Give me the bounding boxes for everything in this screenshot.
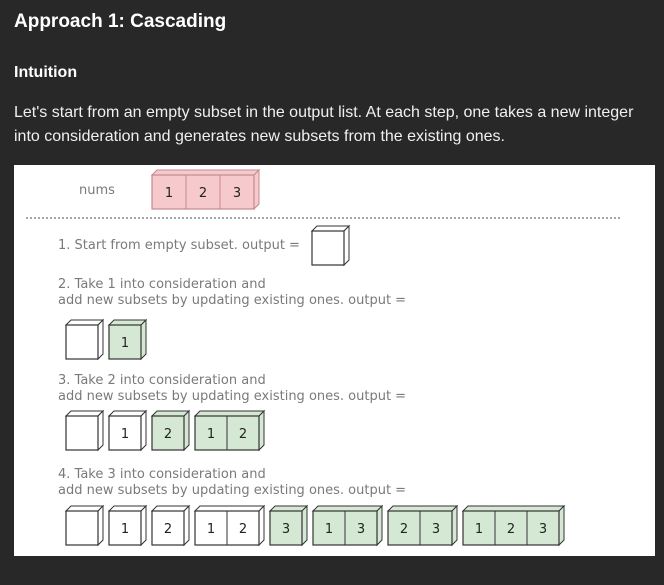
cell-value: 3	[539, 522, 547, 537]
subset-box: 1	[107, 504, 148, 547]
cell-value: 2	[164, 522, 172, 537]
cell-value: 2	[239, 427, 247, 442]
cell-value: 2	[507, 522, 515, 537]
cell-value: 1	[121, 427, 129, 442]
empty-subset-box	[64, 504, 105, 547]
step4-output: 121231323123	[64, 504, 566, 547]
cell-value: 3	[432, 522, 440, 537]
subset-box: 12	[193, 504, 266, 547]
cell-value: 2	[164, 427, 172, 442]
empty-subset-box	[64, 318, 105, 361]
nums-array: 1 2 3	[150, 168, 261, 211]
cell-value: 1	[207, 522, 215, 537]
subset-box: 12	[193, 409, 266, 452]
step2-text-line2: add new subsets by updating existing one…	[58, 293, 406, 308]
empty-subset-box	[310, 224, 351, 267]
subset-box: 23	[386, 504, 459, 547]
step4-text-line2: add new subsets by updating existing one…	[58, 483, 406, 498]
subset-box: 1	[107, 318, 148, 361]
subset-box: 2	[150, 504, 191, 547]
subset-box: 3	[268, 504, 309, 547]
cell-value: 3	[357, 522, 365, 537]
step1-output	[310, 224, 351, 267]
empty-subset-box	[64, 409, 105, 452]
subsection-title: Intuition	[14, 64, 78, 81]
cell-value: 1	[121, 336, 129, 351]
subset-box: 13	[311, 504, 384, 547]
cell-value: 1	[121, 522, 129, 537]
nums-value: 1	[165, 186, 173, 201]
cell-value: 1	[325, 522, 333, 537]
step4-text-line1: 4. Take 3 into consideration and	[58, 467, 266, 482]
step3-text-line1: 3. Take 2 into consideration and	[58, 373, 266, 388]
step3-output: 1212	[64, 409, 266, 452]
cell-value: 2	[239, 522, 247, 537]
cell-value: 1	[475, 522, 483, 537]
subset-box: 2	[150, 409, 191, 452]
step2-output: 1	[64, 318, 148, 361]
subsets-diagram: nums 123 1. Start from empty subset. out…	[14, 165, 655, 556]
step2-text-line1: 2. Take 1 into consideration and	[58, 277, 266, 292]
subset-box: 1 2 3	[461, 504, 566, 547]
cell-value: 3	[282, 522, 290, 537]
cell-value: 2	[400, 522, 408, 537]
subset-box: 1	[107, 409, 148, 452]
step3-text-line2: add new subsets by updating existing one…	[58, 389, 406, 404]
diagram-canvas: nums 123 1. Start from empty subset. out…	[26, 168, 622, 547]
cell-value: 1	[207, 427, 215, 442]
section-title: Approach 1: Cascading	[14, 11, 227, 32]
intro-paragraph: Let's start from an empty subset in the …	[14, 104, 634, 145]
step1-text: 1. Start from empty subset. output =	[58, 238, 300, 253]
nums-label: nums	[79, 183, 115, 198]
nums-value: 3	[233, 186, 241, 201]
nums-value: 2	[199, 186, 207, 201]
